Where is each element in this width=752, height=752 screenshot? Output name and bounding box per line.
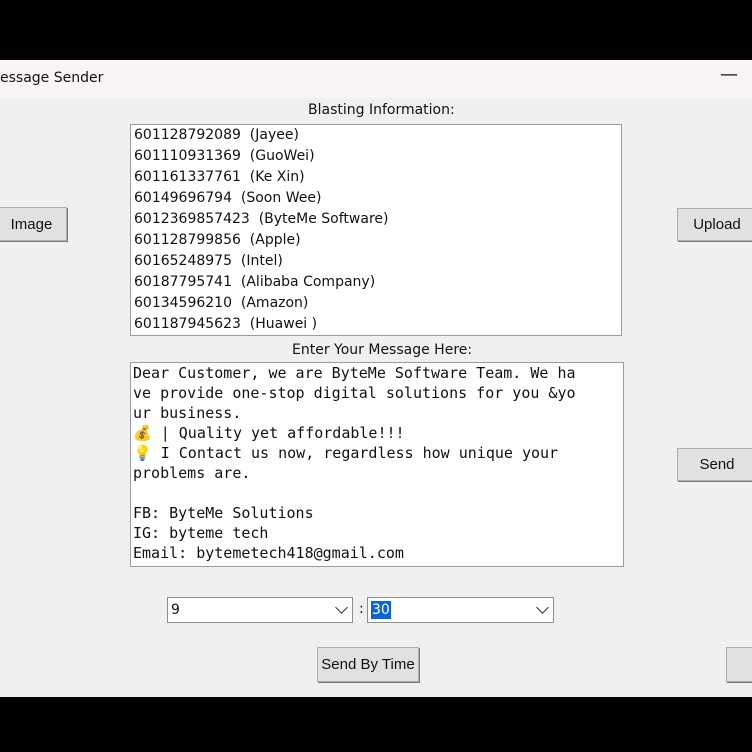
blasting-info-label: Blasting Information: [308,102,455,118]
minimize-button[interactable]: — [720,64,738,85]
recipient-list-item[interactable]: 601110931369 (GuoWei) [131,146,621,167]
message-line: ve provide one-stop digital solutions fo… [133,384,576,402]
recipient-name: (ByteMe Software) [258,211,389,227]
recipient-phone: 60187795741 [134,274,232,290]
message-line: problems are. [133,464,251,482]
partial-button-right[interactable] [726,647,752,682]
enter-message-label: Enter Your Message Here: [292,342,473,358]
recipient-list-item[interactable]: 601128799856 (Apple) [131,230,621,251]
message-line: Email: bytemetech418@gmail.com [133,544,404,562]
recipient-listbox[interactable]: 601128792089 (Jayee) 601110931369 (GuoWei… [130,124,622,336]
recipient-list-item[interactable]: 60134596210 (Amazon) [131,293,621,314]
recipient-name: (Amazon) [240,295,309,311]
app-window: essage Sender — Blasting Information: 60… [0,60,752,697]
recipient-name: (Ke Xin) [249,169,305,185]
recipient-list-item[interactable]: 60149696794 (Soon Wee) [131,188,621,209]
recipient-name: (Intel) [240,253,283,269]
image-button[interactable]: Image [0,207,67,241]
chevron-down-icon [536,601,549,614]
chevron-down-icon [335,601,348,614]
message-line: IG: byteme tech [133,524,269,542]
hour-select[interactable]: 9 [167,597,353,623]
message-line: FB: ByteMe Solutions [133,504,314,522]
recipient-list-item[interactable]: 6012369857423 (ByteMe Software) [131,209,621,230]
recipient-name: (Apple) [249,232,301,248]
message-line [131,483,623,503]
message-textarea[interactable]: Dear Customer, we are ByteMe Software Te… [130,362,624,567]
recipient-list-item[interactable]: 60187795741 (Alibaba Company) [131,272,621,293]
message-line: 💰 | Quality yet affordable!!! [133,424,405,442]
recipient-list-item[interactable]: 601128792089 (Jayee) [131,125,621,146]
recipient-phone: 601128799856 [134,232,241,248]
recipient-name: (GuoWei) [249,148,315,164]
recipient-name: (Huawei ) [249,316,318,332]
recipient-phone: 60149696794 [134,190,232,206]
minute-value: 30 [371,601,391,619]
send-by-time-button[interactable]: Send By Time [317,647,419,682]
time-separator: : [359,601,364,617]
window-title: essage Sender [0,70,104,86]
recipient-list-item[interactable]: 601187945623 (Huawei ) [131,314,621,335]
recipient-name: (Jayee) [249,127,299,143]
recipient-phone: 6012369857423 [134,211,250,227]
recipient-phone: 601161337761 [134,169,241,185]
recipient-name: (Soon Wee) [240,190,322,206]
recipient-phone: 601128792089 [134,127,241,143]
hour-value: 9 [171,602,180,618]
message-line: ur business. [133,404,242,422]
recipient-list-item[interactable]: 601161337761 (Ke Xin) [131,167,621,188]
recipient-phone: 601187945623 [134,316,241,332]
title-bar: essage Sender — [0,60,752,98]
send-button[interactable]: Send [677,448,752,481]
recipient-phone: 601110931369 [134,148,241,164]
recipient-name: (Alibaba Company) [240,274,376,290]
recipient-phone: 60134596210 [134,295,232,311]
message-line: 💡 I Contact us now, regardless how uniqu… [133,444,559,462]
recipient-list-item[interactable]: 60165248975 (Intel) [131,251,621,272]
upload-button[interactable]: Upload [677,208,752,241]
recipient-phone: 60165248975 [134,253,232,269]
message-line: Dear Customer, we are ByteMe Software Te… [133,364,576,382]
minute-select[interactable]: 30 [367,597,554,623]
